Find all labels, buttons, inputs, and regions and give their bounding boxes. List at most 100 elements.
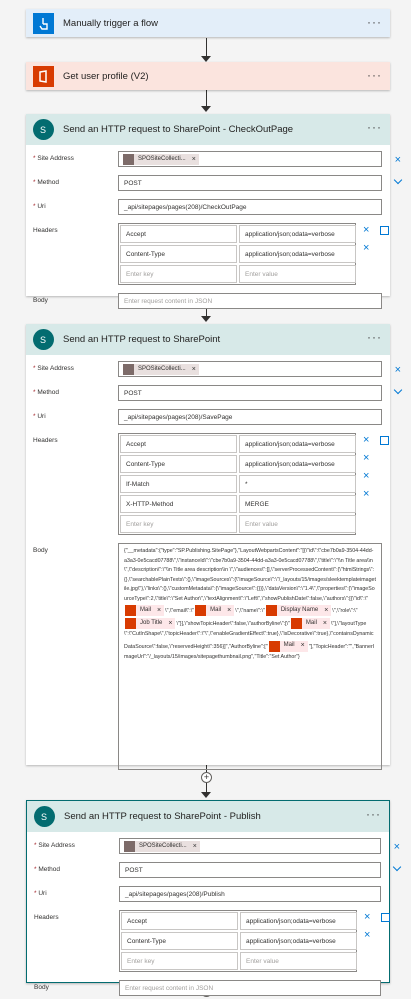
header-key[interactable]: Accept: [121, 912, 238, 930]
remove-token-icon[interactable]: ×: [227, 606, 231, 616]
required-mark: *: [33, 155, 36, 162]
uri-input[interactable]: _api/sitepages/pages(208)/Publish: [119, 886, 381, 902]
header-key[interactable]: Accept: [120, 435, 237, 453]
header-key-input[interactable]: Enter key: [120, 515, 237, 533]
headers-label: Headers: [33, 227, 58, 234]
method-select[interactable]: POST: [119, 862, 402, 878]
mail-token[interactable]: Mail ×: [290, 618, 331, 629]
clear-icon[interactable]: ×: [395, 364, 401, 376]
body-input[interactable]: Enter request content in JSON: [118, 293, 382, 309]
header-value[interactable]: *: [239, 475, 356, 493]
headers-label: Headers: [34, 914, 59, 921]
header-key[interactable]: If-Match: [120, 475, 237, 493]
headers-label: Headers: [33, 437, 58, 444]
delete-row-icon[interactable]: ×: [364, 911, 370, 923]
get-profile-card[interactable]: Get user profile (V2) ···: [26, 62, 390, 90]
switch-to-text-icon[interactable]: [380, 226, 389, 235]
required-mark: *: [34, 890, 37, 897]
remove-token-icon[interactable]: ×: [157, 606, 161, 616]
checkout-card[interactable]: S Send an HTTP request to SharePoint - C…: [26, 114, 403, 309]
required-mark: *: [33, 389, 36, 396]
body-input[interactable]: {"__metadata":{"type":"SP.Publishing.Sit…: [118, 543, 382, 770]
header-key-input[interactable]: Enter key: [121, 952, 238, 970]
mail-token[interactable]: Mail ×: [125, 605, 165, 616]
mail-token[interactable]: Mail ×: [195, 605, 235, 616]
header-key[interactable]: Content-Type: [121, 932, 238, 950]
site-address-label: Site Address: [37, 365, 74, 372]
mail-token[interactable]: Mail ×: [268, 640, 308, 652]
header-key[interactable]: Content-Type: [120, 245, 237, 263]
dynamic-token[interactable]: SPOSiteCollecti... ×: [124, 840, 200, 852]
method-select[interactable]: POST: [118, 175, 403, 191]
token-icon: [123, 153, 134, 165]
remove-token-icon[interactable]: ×: [324, 606, 328, 616]
clear-icon[interactable]: ×: [394, 841, 400, 853]
header-key[interactable]: Accept: [120, 225, 237, 243]
header-value[interactable]: MERGE: [239, 495, 356, 513]
delete-row-icon[interactable]: ×: [363, 224, 369, 236]
token-label: Job Title: [140, 619, 163, 626]
header-value[interactable]: application/json;odata=verbose: [240, 932, 357, 950]
header-value[interactable]: application/json;odata=verbose: [239, 225, 356, 243]
remove-token-icon[interactable]: ×: [168, 619, 172, 629]
body-text: \"}],\"showTopicHeader\":false,\"authorB…: [176, 620, 290, 627]
job-title-token[interactable]: Job Title ×: [125, 618, 176, 629]
savepage-card[interactable]: S Send an HTTP request to SharePoint ···…: [26, 324, 403, 770]
header-value-input[interactable]: Enter value: [239, 515, 356, 533]
header-key[interactable]: X-HTTP-Method: [120, 495, 237, 513]
site-address-field[interactable]: SPOSiteCollecti... × ×: [118, 361, 401, 377]
site-address-field[interactable]: SPOSiteCollecti... × ×: [119, 838, 400, 854]
uri-input[interactable]: _api/sitepages/pages(208)/SavePage: [118, 409, 382, 425]
uri-value: _api/sitepages/pages(208)/Publish: [125, 890, 225, 898]
token-icon: [123, 363, 134, 375]
required-mark: *: [33, 413, 36, 420]
more-options-icon[interactable]: ···: [367, 331, 382, 343]
method-value: POST: [124, 389, 142, 397]
delete-row-icon[interactable]: ×: [363, 434, 369, 446]
header-value[interactable]: application/json;odata=verbose: [239, 455, 356, 473]
more-options-icon[interactable]: ···: [366, 808, 381, 820]
trigger-card[interactable]: Manually trigger a flow ···: [26, 9, 390, 37]
body-input[interactable]: Enter request content in JSON: [119, 980, 381, 996]
required-mark: *: [34, 866, 37, 873]
header-value-input[interactable]: Enter value: [240, 952, 357, 970]
headers-table: Accept application/json;odata=verbose Co…: [118, 223, 356, 285]
card-title: Get user profile (V2): [63, 70, 149, 82]
remove-token-icon[interactable]: ×: [301, 641, 305, 651]
remove-token-icon[interactable]: ×: [192, 366, 196, 373]
remove-token-icon[interactable]: ×: [323, 619, 327, 629]
more-options-icon[interactable]: ···: [367, 69, 382, 81]
switch-to-text-icon[interactable]: [380, 436, 389, 445]
header-key[interactable]: Content-Type: [120, 455, 237, 473]
dynamic-token[interactable]: SPOSiteCollecti... ×: [123, 363, 199, 375]
headers-table: Accept application/json;odata=verbose Co…: [119, 910, 357, 972]
site-address-label: Site Address: [37, 155, 74, 162]
dynamic-token[interactable]: SPOSiteCollecti... ×: [123, 153, 199, 165]
delete-row-icon[interactable]: ×: [363, 242, 369, 254]
remove-token-icon[interactable]: ×: [193, 843, 197, 850]
display-name-token[interactable]: Display Name ×: [265, 605, 332, 616]
uri-input[interactable]: _api/sitepages/pages(208)/CheckOutPage: [118, 199, 382, 215]
more-options-icon[interactable]: ···: [367, 121, 382, 133]
clear-icon[interactable]: ×: [395, 154, 401, 166]
header-value[interactable]: application/json;odata=verbose: [240, 912, 357, 930]
delete-row-icon[interactable]: ×: [363, 452, 369, 464]
office-icon: [268, 640, 280, 652]
delete-row-icon[interactable]: ×: [364, 929, 370, 941]
connector-arrow-icon: [201, 106, 211, 112]
header-key-input[interactable]: Enter key: [120, 265, 237, 283]
connector-line: [206, 38, 207, 58]
header-value[interactable]: application/json;odata=verbose: [239, 435, 356, 453]
body-text: \",\"email\":\": [165, 607, 195, 614]
delete-row-icon[interactable]: ×: [363, 488, 369, 500]
more-options-icon[interactable]: ···: [367, 16, 382, 28]
site-address-field[interactable]: SPOSiteCollecti... × ×: [118, 151, 401, 167]
header-value-input[interactable]: Enter value: [239, 265, 356, 283]
header-value[interactable]: application/json;odata=verbose: [239, 245, 356, 263]
remove-token-icon[interactable]: ×: [192, 156, 196, 163]
token-icon: [124, 840, 135, 852]
switch-to-text-icon[interactable]: [381, 913, 390, 922]
delete-row-icon[interactable]: ×: [363, 470, 369, 482]
publish-card[interactable]: S Send an HTTP request to SharePoint - P…: [26, 800, 402, 996]
method-select[interactable]: POST: [118, 385, 403, 401]
